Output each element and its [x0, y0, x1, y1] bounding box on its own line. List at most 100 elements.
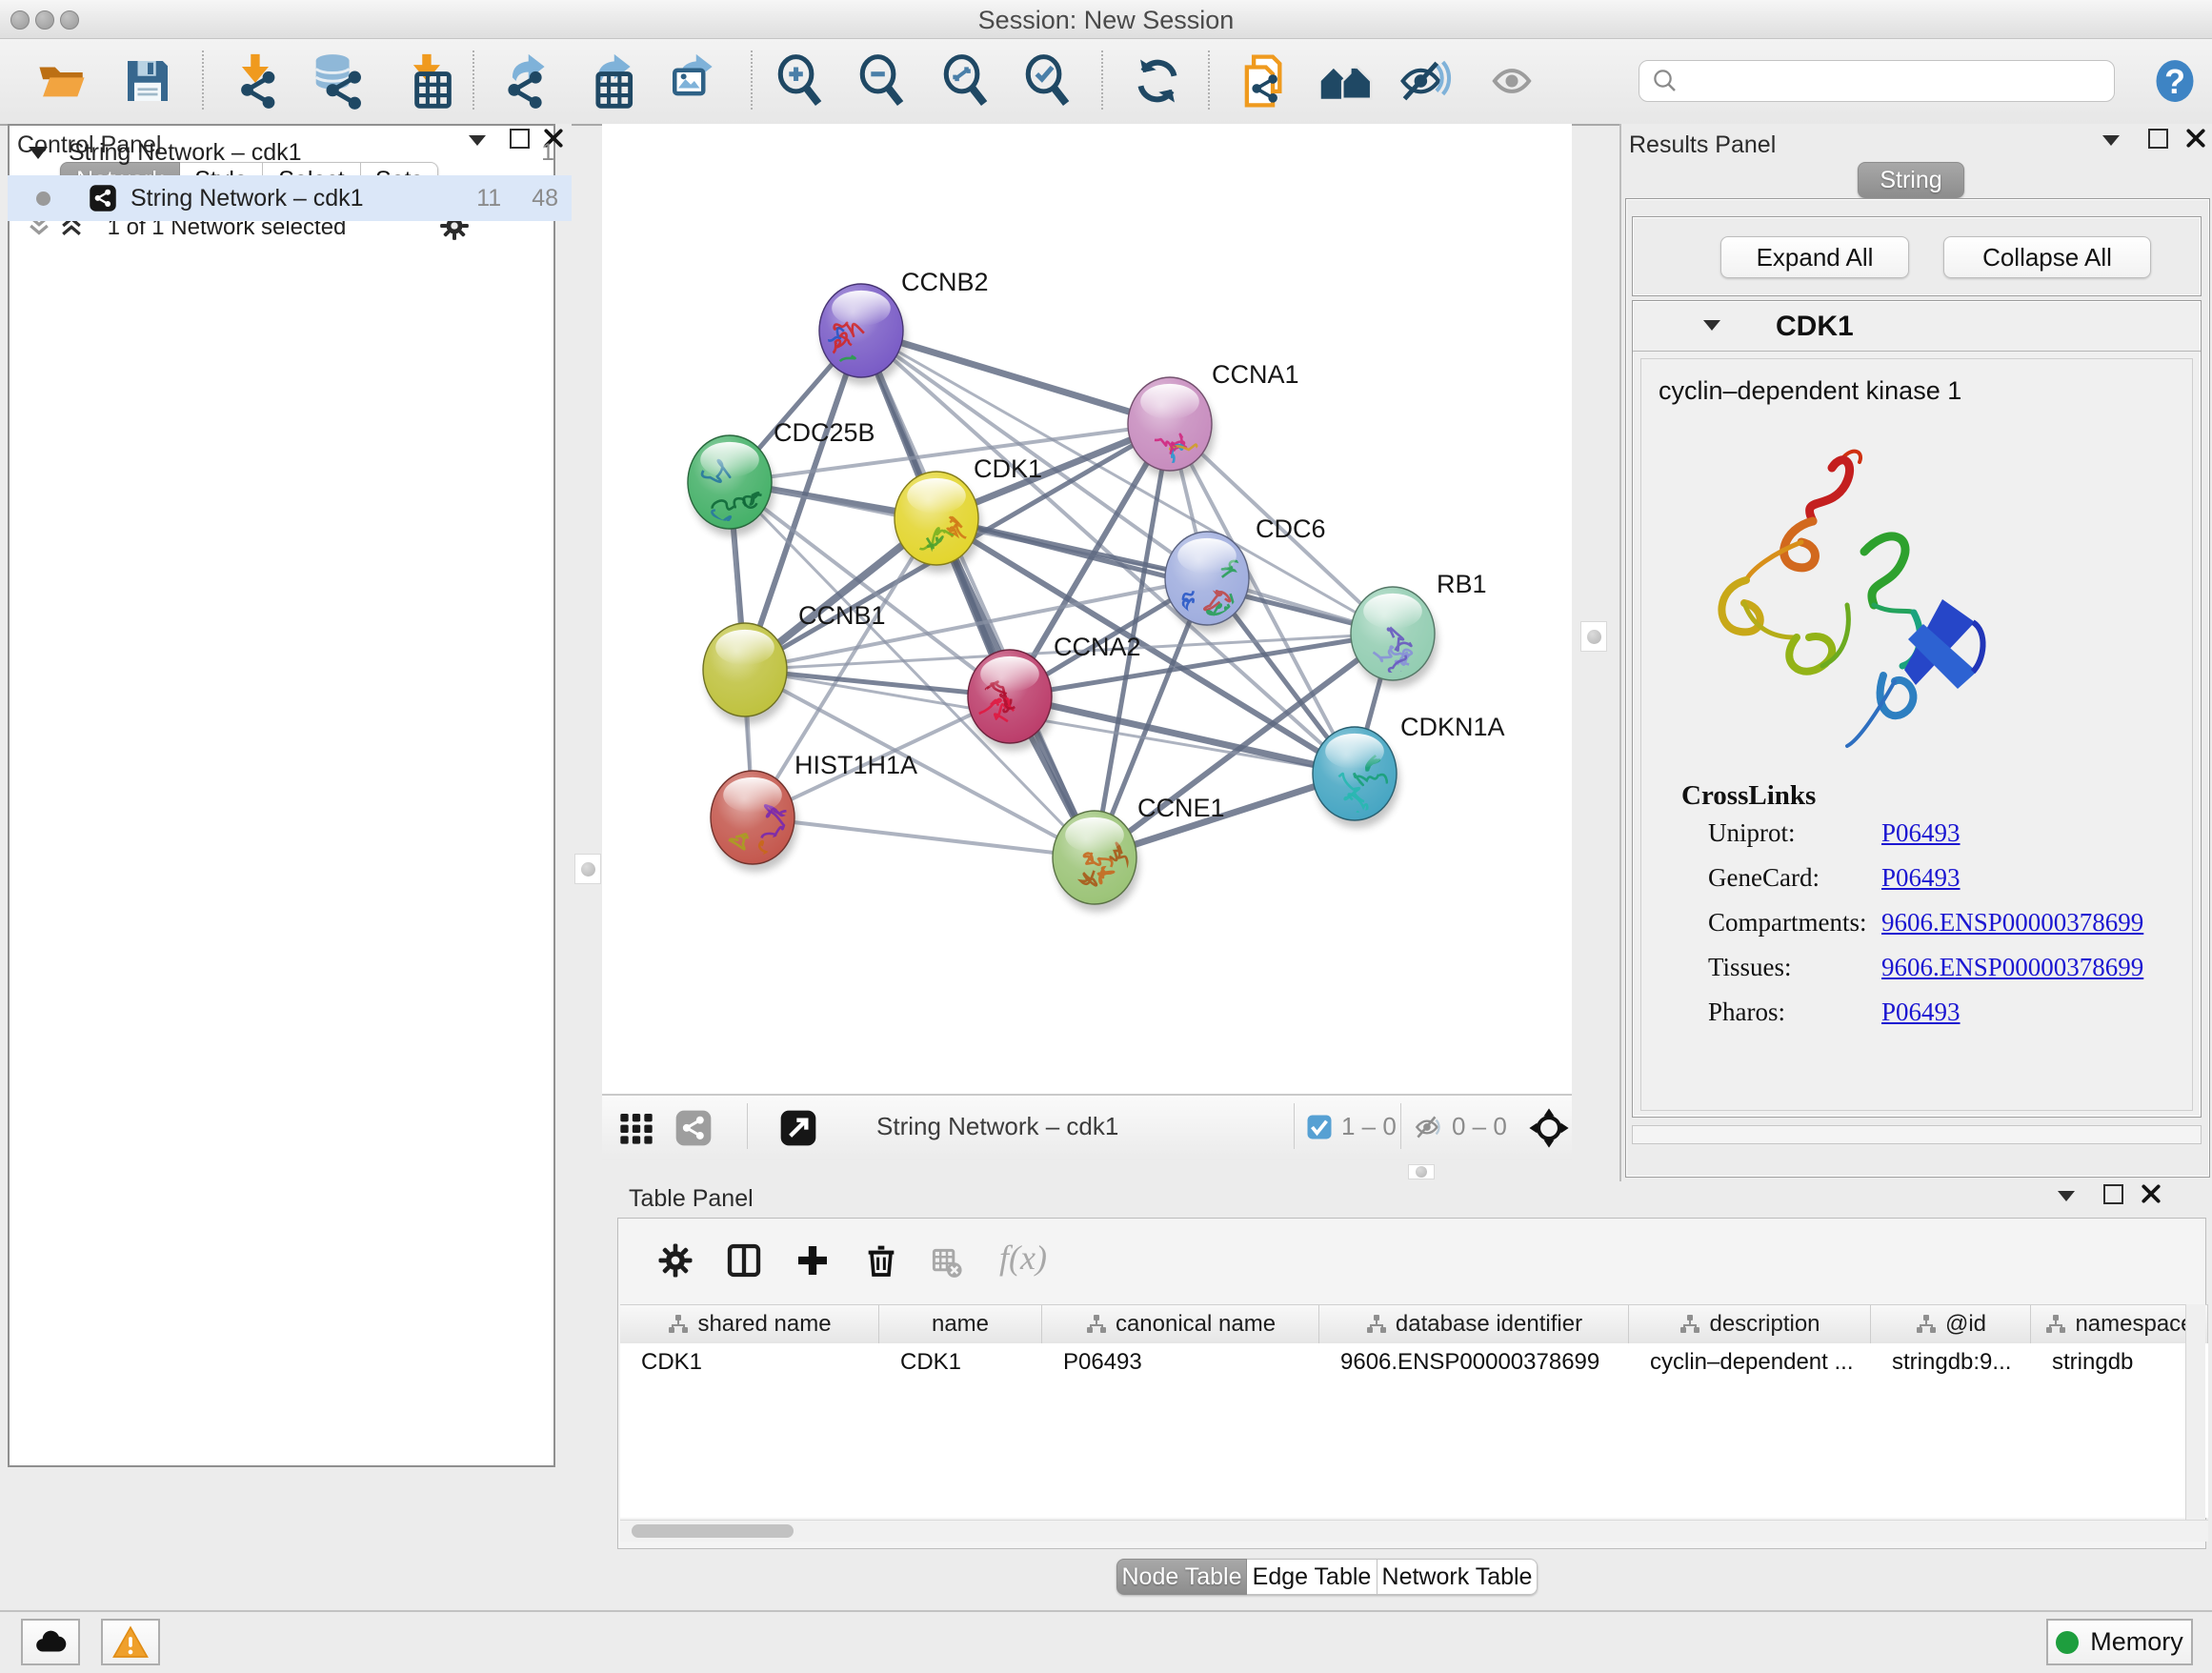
column-header-name[interactable]: name — [879, 1305, 1042, 1343]
table-panel-menu-icon[interactable] — [2058, 1191, 2075, 1201]
table-cell[interactable]: 9606.ENSP00000378699 — [1319, 1343, 1629, 1381]
results-scrollbar-track[interactable] — [1632, 1125, 2202, 1144]
export-image-button[interactable] — [659, 48, 726, 114]
network-collection-row[interactable]: String Network – cdk1 1 — [8, 131, 572, 173]
network-node-HIST1H1A[interactable] — [711, 771, 797, 872]
network-row-selected[interactable]: String Network – cdk1 11 48 — [8, 175, 572, 221]
column-header-description[interactable]: description — [1629, 1305, 1871, 1343]
crosslink-value-link[interactable]: P06493 — [1881, 863, 1961, 893]
network-view-share-icon[interactable] — [674, 1109, 713, 1147]
toggle-graphics-button[interactable] — [1478, 48, 1545, 114]
refresh-button[interactable] — [1124, 48, 1191, 114]
import-table-button[interactable] — [392, 48, 459, 114]
network-status-dot — [36, 191, 50, 206]
results-panel-close-icon[interactable] — [2185, 128, 2206, 149]
tab-node-table[interactable]: Node Table — [1116, 1559, 1247, 1595]
table-header-row: shared namenamecanonical namedatabase id… — [620, 1304, 2208, 1344]
table-cell[interactable]: P06493 — [1042, 1343, 1319, 1381]
table-cell[interactable]: stringdb:9... — [1871, 1343, 2031, 1381]
table-panel-close-icon[interactable] — [2141, 1183, 2162, 1204]
tab-string[interactable]: String — [1858, 162, 1964, 198]
table-cell[interactable]: cyclin–dependent ... — [1629, 1343, 1871, 1381]
network-node-CDC25B[interactable] — [688, 435, 774, 536]
network-node-CCNB1[interactable] — [703, 623, 790, 724]
hide-selected-button[interactable] — [1393, 48, 1459, 114]
network-edge[interactable] — [753, 817, 1095, 857]
selected-checkbox-icon[interactable] — [1305, 1113, 1334, 1141]
toolbar-search[interactable] — [1639, 60, 2115, 102]
gene-collapse-icon[interactable] — [1703, 320, 1720, 331]
help-icon: ? — [2150, 56, 2200, 106]
table-cell[interactable]: CDK1 — [879, 1343, 1042, 1381]
network-node-RB1[interactable] — [1351, 587, 1438, 695]
memory-label: Memory — [2090, 1627, 2183, 1657]
network-canvas[interactable]: CCNB2CCNA1CDC25BCDK1CDC6RB1CCNB1CCNA2CDK… — [602, 124, 1572, 1094]
results-panel-tabs: String — [1858, 162, 1964, 198]
first-neighbors-button[interactable] — [1313, 48, 1379, 114]
table-panel-float-icon[interactable] — [2103, 1184, 2123, 1204]
import-network-from-database-button[interactable] — [303, 48, 370, 114]
zoom-fit-button[interactable] — [934, 48, 1000, 114]
open-session-button[interactable] — [29, 48, 95, 114]
table-vscrollbar[interactable] — [2185, 1304, 2205, 1520]
collection-collapse-icon[interactable] — [29, 147, 48, 159]
table-cell[interactable]: stringdb — [2031, 1343, 2208, 1381]
add-column-icon[interactable] — [794, 1241, 832, 1280]
collapse-all-button[interactable]: Collapse All — [1943, 236, 2151, 278]
crosslink-value-link[interactable]: P06493 — [1881, 998, 1961, 1027]
table-options-gear-icon[interactable] — [656, 1241, 694, 1280]
column-header-shared-name[interactable]: shared name — [620, 1305, 879, 1343]
function-builder-icon: f(x) — [999, 1238, 1047, 1278]
hidden-eye-slash-icon[interactable] — [1412, 1111, 1444, 1143]
cloud-status-button[interactable] — [21, 1619, 80, 1665]
grid-view-icon[interactable] — [617, 1109, 655, 1147]
help-button[interactable]: ? — [2142, 48, 2208, 114]
warnings-button[interactable] — [101, 1619, 160, 1665]
memory-button[interactable]: Memory — [2046, 1619, 2193, 1665]
left-splitter-grip[interactable] — [574, 854, 601, 884]
tab-network-table[interactable]: Network Table — [1377, 1559, 1538, 1595]
expand-all-button[interactable]: Expand All — [1720, 236, 1909, 278]
table-hscrollbar-thumb[interactable] — [632, 1524, 794, 1538]
column-header--id[interactable]: @id — [1871, 1305, 2031, 1343]
show-columns-icon[interactable] — [725, 1241, 763, 1280]
memory-status-dot — [2056, 1631, 2079, 1654]
network-type-icon — [89, 184, 117, 212]
results-panel-float-icon[interactable] — [2148, 129, 2168, 149]
table-cell[interactable]: CDK1 — [620, 1343, 879, 1381]
export-network-button[interactable] — [492, 48, 558, 114]
zoom-out-button[interactable] — [850, 48, 916, 114]
detach-view-icon[interactable] — [779, 1109, 817, 1147]
results-panel-menu-icon[interactable] — [2102, 135, 2120, 146]
column-header-database-identifier[interactable]: database identifier — [1319, 1305, 1629, 1343]
network-node-CDKN1A[interactable] — [1313, 727, 1399, 833]
delete-column-icon[interactable] — [862, 1241, 900, 1280]
right-splitter-grip[interactable] — [1580, 621, 1607, 652]
birdseye-crosshair-icon[interactable] — [1528, 1107, 1570, 1149]
network-edge[interactable] — [861, 331, 1170, 424]
save-session-button[interactable] — [114, 48, 181, 114]
column-header-canonical-name[interactable]: canonical name — [1042, 1305, 1319, 1343]
table-row[interactable]: CDK1CDK1P064939606.ENSP00000378699cyclin… — [620, 1343, 2208, 1381]
network-node-CCNA1[interactable] — [1128, 377, 1215, 478]
crosslink-value-link[interactable]: P06493 — [1881, 818, 1961, 848]
network-node-CDK1[interactable] — [895, 472, 981, 573]
gene-section-header[interactable]: CDK1 — [1633, 301, 2201, 352]
tab-edge-table[interactable]: Edge Table — [1247, 1559, 1377, 1595]
node-label: CCNA1 — [1212, 360, 1299, 389]
node-label: HIST1H1A — [794, 751, 917, 779]
horizontal-splitter-grip[interactable] — [1408, 1164, 1435, 1179]
import-network-button[interactable] — [221, 48, 288, 114]
clone-network-button[interactable] — [1231, 48, 1297, 114]
export-table-button[interactable] — [577, 48, 644, 114]
zoom-selected-button[interactable] — [1016, 48, 1082, 114]
zoom-in-button[interactable] — [768, 48, 835, 114]
column-header-namespace[interactable]: namespace — [2031, 1305, 2208, 1343]
crosslink-value-link[interactable]: 9606.ENSP00000378699 — [1881, 953, 2143, 982]
table-hscrollbar[interactable] — [620, 1520, 2208, 1542]
network-node-CCNE1[interactable] — [1053, 811, 1139, 912]
search-input[interactable] — [1679, 67, 2114, 95]
crosslink-label: Uniprot: — [1708, 818, 1796, 848]
crosslink-value-link[interactable]: 9606.ENSP00000378699 — [1881, 908, 2143, 937]
network-node-CCNA2[interactable] — [968, 650, 1055, 751]
